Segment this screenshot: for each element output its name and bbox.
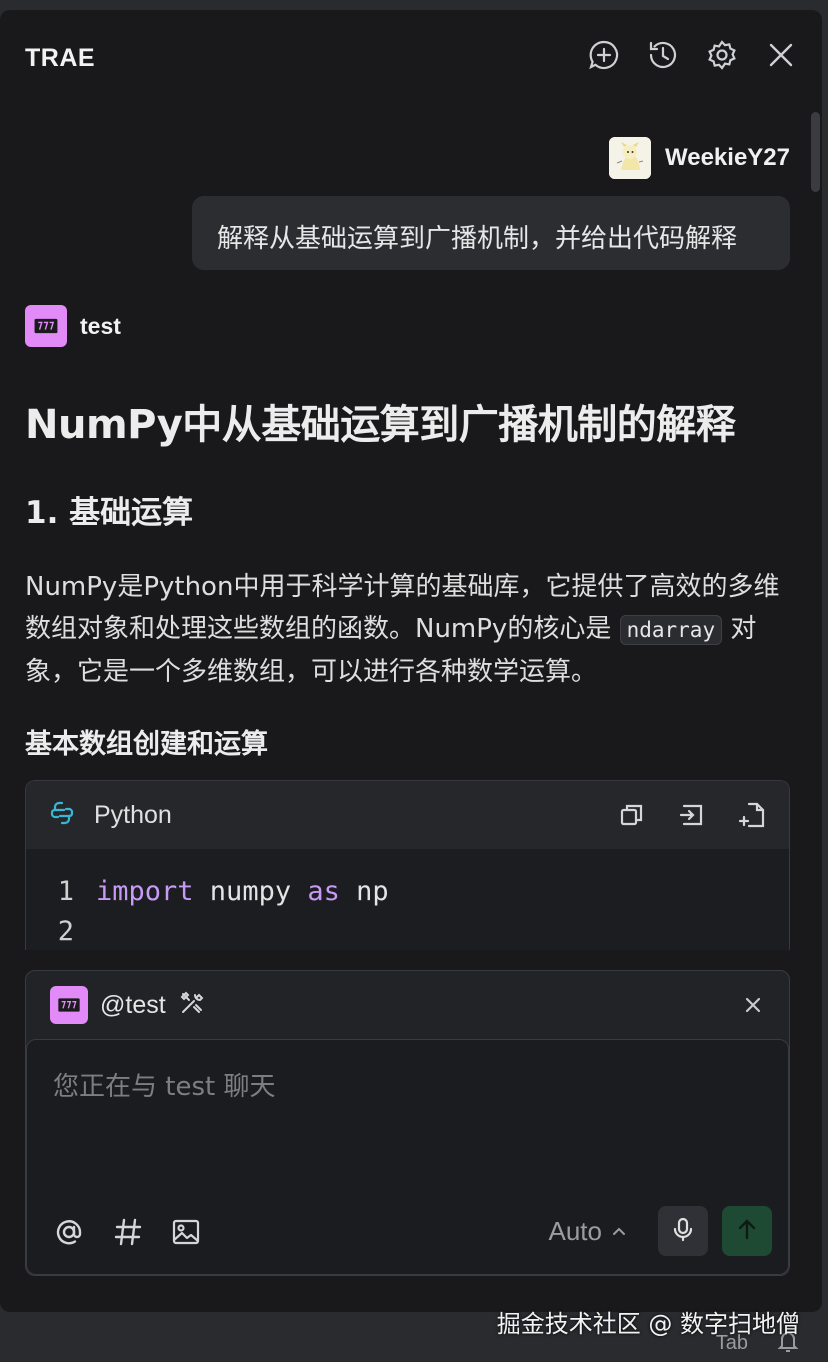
bot-name: test (80, 312, 121, 339)
chat-panel: TRAE WeekieY27 解释从基础运算到广播机制，并给出代码解释 test… (0, 10, 822, 1312)
insert-code-icon[interactable] (675, 798, 709, 832)
new-chat-icon[interactable] (587, 38, 621, 72)
bot-avatar-small (50, 986, 88, 1024)
code-text: np (339, 875, 389, 907)
code-line: 2 (26, 911, 789, 950)
chat-composer: @test 您正在与 test 聊天 Auto (25, 970, 790, 1276)
hashtag-icon[interactable] (110, 1214, 146, 1250)
python-icon (48, 799, 76, 832)
message-input-placeholder: 您正在与 test 聊天 (53, 1072, 276, 1102)
code-body: 1 import numpy as np 2 (26, 849, 789, 950)
copy-icon[interactable] (615, 798, 649, 832)
scrollbar[interactable] (808, 100, 822, 990)
arrow-up-icon (733, 1215, 761, 1248)
remove-mention-icon[interactable] (739, 991, 767, 1019)
code-line: 1 import numpy as np (26, 871, 789, 911)
inline-code: ndarray (619, 615, 723, 645)
response-title: NumPy中从基础运算到广播机制的解释 (25, 402, 736, 448)
send-button[interactable] (722, 1206, 772, 1256)
user-avatar (609, 137, 652, 179)
composer-context-bar: @test (26, 971, 789, 1039)
mention-icon[interactable] (51, 1214, 87, 1250)
tools-icon[interactable] (178, 989, 206, 1022)
mention-label: @test (100, 990, 166, 1019)
response-subheading: 基本数组创建和运算 (25, 729, 268, 760)
user-message-header: WeekieY27 (609, 136, 790, 180)
close-icon[interactable] (764, 38, 798, 72)
user-message-bubble: 解释从基础运算到广播机制，并给出代码解释 (192, 196, 790, 270)
code-block: Python 1 import numpy as np 2 (25, 780, 790, 950)
scrollbar-thumb[interactable] (811, 112, 820, 192)
chevron-up-icon (610, 1216, 628, 1247)
model-mode-selector[interactable]: Auto (549, 1216, 629, 1247)
line-number: 1 (57, 875, 74, 907)
code-keyword: as (307, 875, 340, 907)
code-block-header: Python (26, 781, 789, 849)
bot-avatar (25, 305, 67, 347)
model-mode-label: Auto (548, 1216, 603, 1246)
settings-icon[interactable] (705, 38, 739, 72)
response-section-heading: 1. 基础运算 (25, 495, 194, 531)
response-paragraph: NumPy是Python中用于科学计算的基础库，它提供了高效的多维数组对象和处理… (25, 566, 793, 693)
code-actions (615, 798, 769, 832)
voice-input-button[interactable] (658, 1206, 708, 1256)
line-number: 2 (57, 915, 74, 947)
watermark: 掘金技术社区 @ 数字扫地僧 (496, 1310, 800, 1338)
microphone-icon (669, 1215, 697, 1248)
code-keyword: import (96, 875, 194, 907)
code-text: numpy (193, 875, 308, 907)
app-title: TRAE (25, 44, 96, 72)
history-icon[interactable] (646, 38, 680, 72)
titlebar: TRAE (0, 10, 822, 100)
bot-message-header: test (25, 304, 121, 348)
user-name: WeekieY27 (665, 144, 790, 171)
message-input[interactable]: 您正在与 test 聊天 Auto (26, 1039, 789, 1275)
code-language-label: Python (94, 800, 172, 829)
image-icon[interactable] (168, 1214, 204, 1250)
new-file-icon[interactable] (735, 798, 769, 832)
